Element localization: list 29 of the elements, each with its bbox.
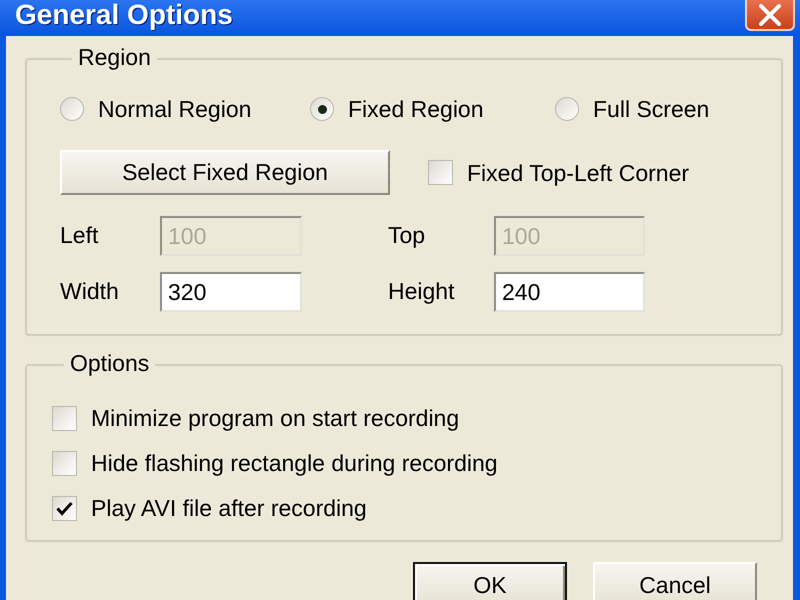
group-label: Region <box>78 44 151 70</box>
close-button[interactable] <box>745 0 795 31</box>
radio-button[interactable] <box>60 97 84 121</box>
checkbox-label: Fixed Top-Left Corner <box>467 158 690 186</box>
radio-button[interactable] <box>310 97 334 121</box>
close-icon <box>758 4 782 26</box>
checkbox-label: Minimize program on start recording <box>91 404 460 432</box>
group-label: Options <box>70 350 150 376</box>
text-field[interactable]: 320 <box>160 272 302 312</box>
radio-button[interactable] <box>555 97 579 121</box>
field-label: Left <box>60 222 98 248</box>
checkbox[interactable] <box>52 406 77 430</box>
radio-label: Fixed Region <box>348 95 484 123</box>
checkbox[interactable] <box>52 450 77 476</box>
window-title: General Options <box>15 0 233 30</box>
select-region-button[interactable]: Select Fixed Region <box>60 150 390 195</box>
radio-label: Full Screen <box>593 95 710 123</box>
field-label: Height <box>388 278 454 304</box>
dialog-button[interactable]: Cancel <box>593 562 757 600</box>
checkbox[interactable] <box>428 160 453 185</box>
radio-label: Normal Region <box>98 95 252 123</box>
field-label: Width <box>60 278 119 304</box>
checkbox-label: Hide flashing rectangle during recording <box>91 449 498 477</box>
checkbox-label: Play AVI file after recording <box>91 494 367 522</box>
dialog-button[interactable]: OK <box>413 562 567 600</box>
check-icon <box>56 500 73 516</box>
text-field[interactable]: 240 <box>494 272 645 312</box>
field-label: Top <box>388 222 426 248</box>
checkbox[interactable] <box>52 496 77 520</box>
